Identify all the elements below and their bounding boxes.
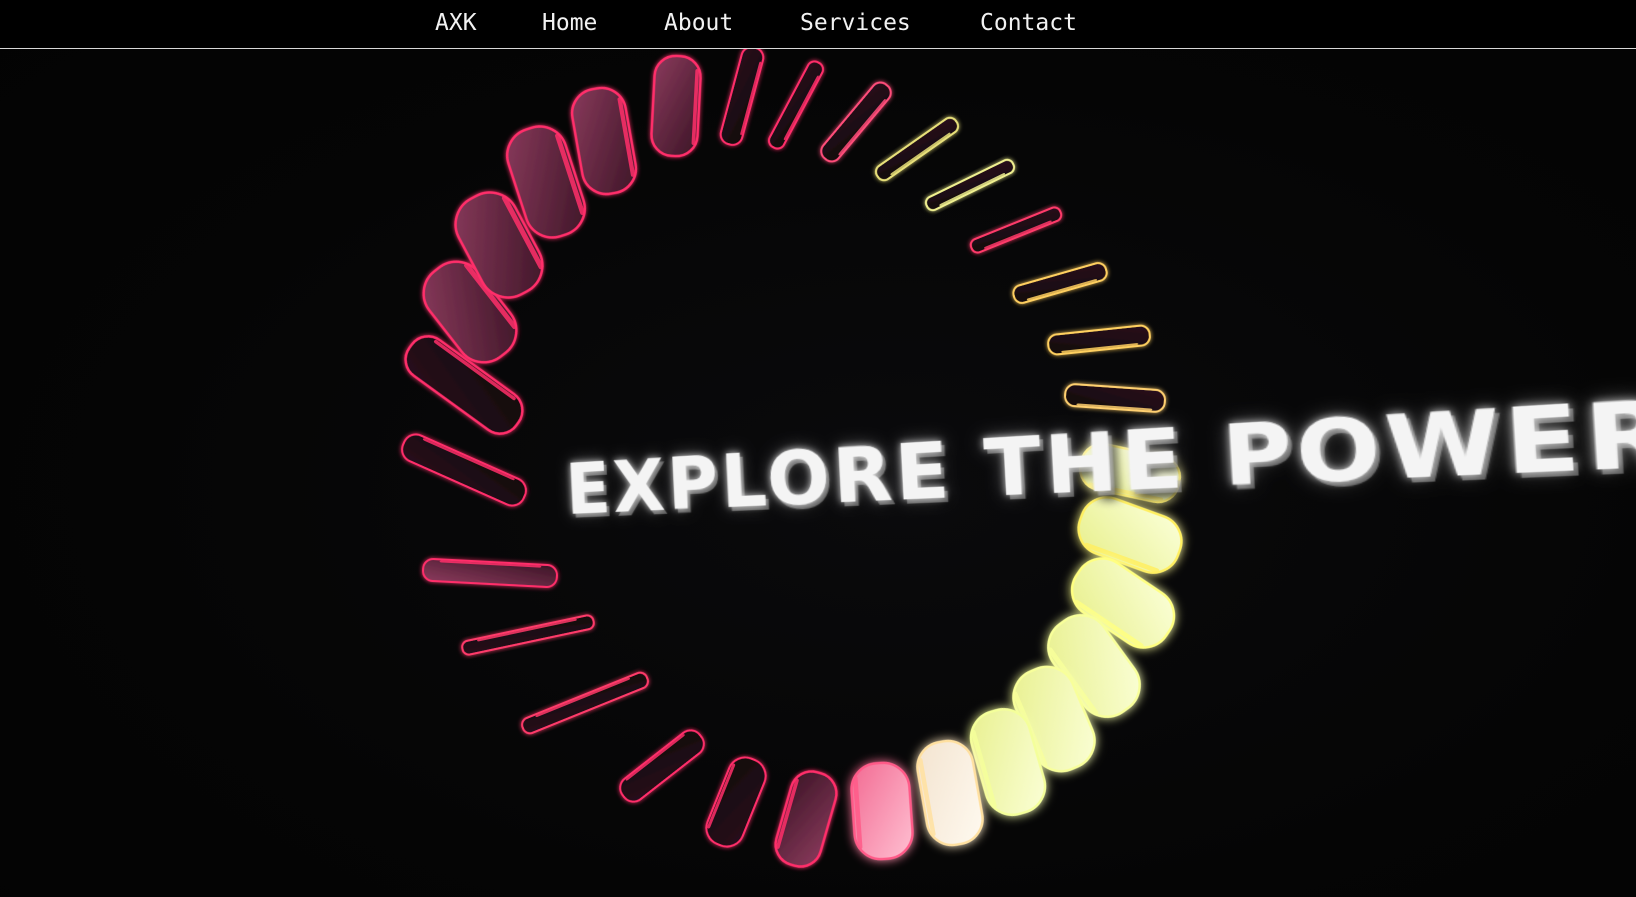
ring-petal bbox=[705, 752, 767, 848]
nav-link-services[interactable]: Services bbox=[800, 8, 911, 38]
ring-petal bbox=[1010, 262, 1108, 307]
nav-link-about[interactable]: About bbox=[664, 8, 733, 38]
ring-petal bbox=[767, 60, 825, 154]
nav-logo-link[interactable]: AXK bbox=[435, 8, 477, 38]
ring-petal bbox=[923, 158, 1016, 215]
ring-petal bbox=[619, 725, 706, 803]
ring-petal bbox=[650, 54, 704, 161]
page: AXK Home About Services Contact EXPLORE … bbox=[0, 0, 1636, 897]
ring-petal bbox=[521, 668, 651, 735]
ring-petal bbox=[401, 433, 531, 507]
ring-petal bbox=[820, 81, 892, 167]
ring-petal bbox=[422, 556, 562, 588]
ring-petal bbox=[968, 206, 1063, 257]
ring-petal bbox=[848, 759, 914, 861]
ring-petal bbox=[1044, 324, 1151, 358]
ring-petal bbox=[773, 766, 838, 868]
nav-link-contact[interactable]: Contact bbox=[980, 8, 1077, 38]
top-navigation-bar: AXK Home About Services Contact bbox=[0, 0, 1636, 49]
ring-petal bbox=[874, 116, 960, 185]
ring-petal bbox=[719, 49, 766, 150]
ring-petal bbox=[461, 611, 598, 656]
nav-link-home[interactable]: Home bbox=[542, 8, 597, 38]
